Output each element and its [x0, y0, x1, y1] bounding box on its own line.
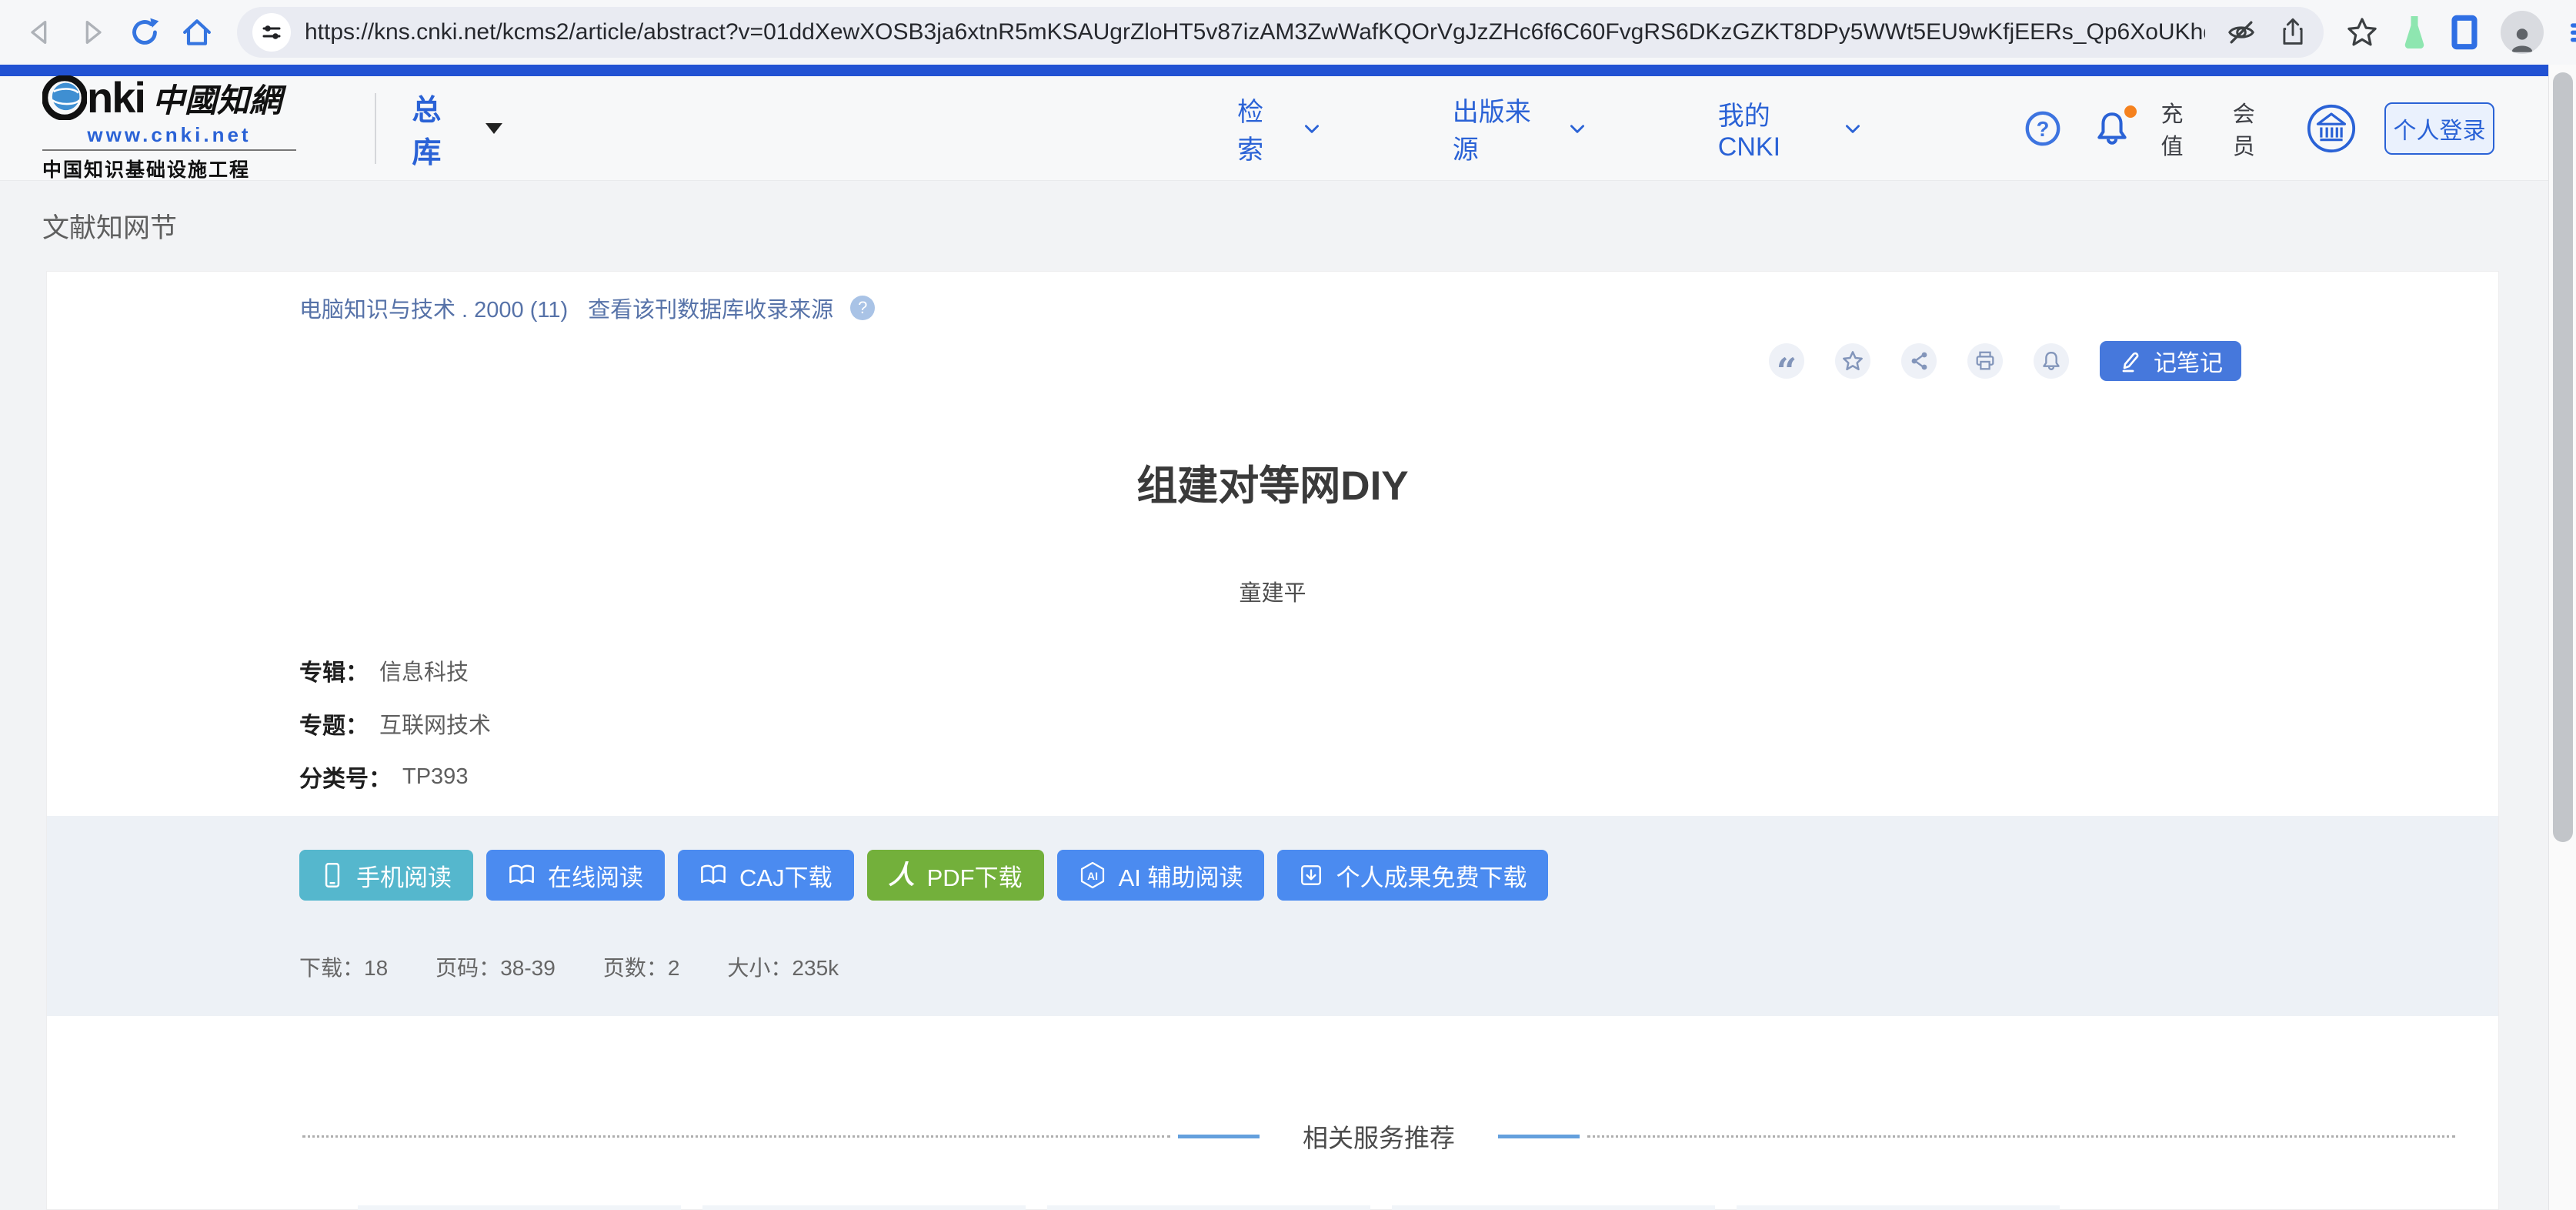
url-bar[interactable]: https://kns.cnki.net/kcms2/article/abstr… — [237, 7, 2324, 58]
acrobat-icon: 人 — [889, 862, 915, 888]
scrollbar[interactable] — [2548, 65, 2576, 1210]
ai-hexagon-icon: AI — [1079, 861, 1106, 889]
avatar[interactable] — [2501, 11, 2544, 54]
bookmark-star-icon[interactable] — [2345, 15, 2379, 49]
source-help-icon[interactable]: ? — [850, 296, 875, 320]
header-divider — [375, 93, 376, 164]
logo-brand-text: nki — [87, 76, 145, 119]
mobile-read-button[interactable]: 手机阅读 — [299, 850, 473, 901]
related-services-divider: 相关服务推荐 — [302, 1118, 2455, 1155]
pencil-icon — [2118, 349, 2143, 373]
favorite-star-icon[interactable] — [1835, 343, 1870, 379]
logo-slogan-text: 中国知识基础设施工程 — [42, 155, 344, 182]
blue-dash — [1178, 1135, 1260, 1138]
pdf-download-button[interactable]: 人 PDF下载 — [867, 850, 1044, 901]
share-nodes-icon[interactable] — [1901, 343, 1937, 379]
nav-my-cnki[interactable]: 我的CNKI — [1718, 95, 1863, 162]
chevron-down-icon — [1302, 119, 1322, 139]
browser-window: https://kns.cnki.net/kcms2/article/abstr… — [0, 0, 2576, 1210]
extension-panel-icon[interactable] — [2450, 15, 2479, 50]
service-academic-evaluation-platform[interactable]: 学术评价支撑平台 — [1392, 1205, 1715, 1210]
logo-site-text: www.cnki.net — [42, 123, 296, 151]
alert-bell-icon[interactable] — [2034, 343, 2069, 379]
database-source-link[interactable]: 查看该刊数据库收录来源 — [588, 292, 833, 324]
article-author[interactable]: 童建平 — [47, 575, 2498, 607]
stat-downloads: 下载：18 — [299, 951, 388, 982]
meta-row-topic: 专题： 互联网技术 — [299, 710, 2498, 737]
recharge-link[interactable]: 充值 — [2161, 96, 2204, 161]
share-icon[interactable] — [2277, 17, 2308, 48]
forward-icon[interactable] — [72, 12, 112, 52]
open-book-icon — [508, 863, 536, 887]
ai-assisted-read-button[interactable]: AI AI 辅助阅读 — [1057, 850, 1265, 901]
caret-down-icon — [486, 123, 502, 134]
member-link[interactable]: 会员 — [2233, 96, 2275, 161]
dotted-line — [1587, 1135, 2455, 1138]
extension-flask-icon[interactable] — [2401, 14, 2428, 51]
source-row: 电脑知识与技术 . 2000 (11) 查看该刊数据库收录来源 ? — [47, 272, 2498, 324]
take-note-label: 记笔记 — [2154, 344, 2223, 378]
library-switcher[interactable]: 总库 — [412, 86, 502, 171]
service-smart-proofreading[interactable]: 智能审校 — [702, 1205, 1026, 1210]
chevron-down-icon — [1567, 119, 1587, 139]
main-nav: 检索 出版来源 我的CNKI — [1237, 91, 1993, 166]
article-actions: “ 记笔记 — [47, 343, 2241, 379]
personal-login-button[interactable]: 个人登录 — [2384, 102, 2494, 155]
back-icon[interactable] — [20, 12, 60, 52]
article-meta: 专辑： 信息科技 专题： 互联网技术 分类号： TP393 — [299, 657, 2498, 791]
service-cnki-academic-intelligence[interactable]: CNKI学术情报 — [358, 1205, 681, 1210]
service-personal-smart-typesetting[interactable]: 个人智能排版 — [1047, 1205, 1370, 1210]
cnki-logo[interactable]: nki 中國知網 www.cnki.net 中国知识基础设施工程 — [42, 75, 344, 182]
logo-cn-text: 中國知網 — [152, 75, 282, 122]
home-icon[interactable] — [177, 12, 217, 52]
blue-dash — [1498, 1135, 1580, 1138]
stat-pages-range: 页码：38-39 — [435, 951, 556, 982]
stat-page-count: 页数：2 — [603, 951, 680, 982]
header-right-tools: ? 充值 会员 个人登录 — [1994, 96, 2495, 161]
cite-quote-icon[interactable]: “ — [1769, 343, 1804, 379]
print-icon[interactable] — [1967, 343, 2003, 379]
journal-link[interactable]: 电脑知识与技术 . 2000 (11) — [299, 292, 568, 324]
download-tray-icon — [1299, 863, 1323, 887]
privacy-eye-off-icon[interactable] — [2225, 16, 2257, 48]
download-band: 手机阅读 在线阅读 CAJ下载 人 PDF下载 AI AI 辅助阅读 — [47, 816, 2498, 1016]
caj-download-button[interactable]: CAJ下载 — [678, 850, 854, 901]
stat-size: 大小：235k — [727, 951, 839, 982]
nav-publications[interactable]: 出版来源 — [1453, 91, 1587, 166]
page-title: 文献知网节 — [42, 206, 177, 246]
notification-dot — [2124, 105, 2137, 118]
reload-icon[interactable] — [125, 12, 165, 52]
institution-icon[interactable] — [2304, 102, 2358, 155]
chevron-down-icon — [1843, 119, 1863, 139]
service-cnki-library[interactable]: 文 知网文库 — [1737, 1205, 2060, 1210]
url-text[interactable]: https://kns.cnki.net/kcms2/article/abstr… — [305, 19, 2205, 45]
related-services-heading: 相关服务推荐 — [1303, 1118, 1455, 1155]
related-services: CNKI学术情报 智能审校 个人智能排版 学术评价支撑平台 文 知网文库 — [358, 1205, 2498, 1210]
svg-text:AI: AI — [1087, 870, 1098, 882]
nav-search[interactable]: 检索 — [1237, 91, 1322, 166]
site-settings-icon[interactable] — [252, 13, 291, 52]
article-stats: 下载：18 页码：38-39 页数：2 大小：235k — [299, 951, 2498, 982]
library-switcher-label: 总库 — [412, 86, 469, 171]
notification-bell-icon[interactable] — [2092, 109, 2132, 149]
meta-row-album: 专辑： 信息科技 — [299, 657, 2498, 684]
personal-free-download-button[interactable]: 个人成果免费下载 — [1277, 850, 1548, 901]
meta-row-classification: 分类号： TP393 — [299, 763, 2498, 791]
online-read-button[interactable]: 在线阅读 — [486, 850, 665, 901]
browser-menu-icon[interactable] — [2565, 16, 2576, 48]
dotted-line — [302, 1135, 1170, 1138]
svg-text:?: ? — [2036, 117, 2049, 141]
phone-icon — [321, 862, 344, 888]
article-card: 电脑知识与技术 . 2000 (11) 查看该刊数据库收录来源 ? “ 记笔记 — [46, 271, 2499, 1210]
take-note-button[interactable]: 记笔记 — [2100, 341, 2241, 381]
book-icon — [699, 863, 727, 887]
browser-toolbar: https://kns.cnki.net/kcms2/article/abstr… — [0, 0, 2576, 65]
cnki-globe-icon — [42, 75, 87, 120]
scrollbar-thumb[interactable] — [2553, 72, 2573, 842]
article-title: 组建对等网DIY — [47, 453, 2498, 512]
download-buttons: 手机阅读 在线阅读 CAJ下载 人 PDF下载 AI AI 辅助阅读 — [299, 850, 2498, 901]
help-icon[interactable]: ? — [2023, 109, 2063, 149]
site-header: nki 中國知網 www.cnki.net 中国知识基础设施工程 总库 检索 出… — [0, 76, 2548, 181]
site-top-accent-bar — [0, 65, 2548, 76]
